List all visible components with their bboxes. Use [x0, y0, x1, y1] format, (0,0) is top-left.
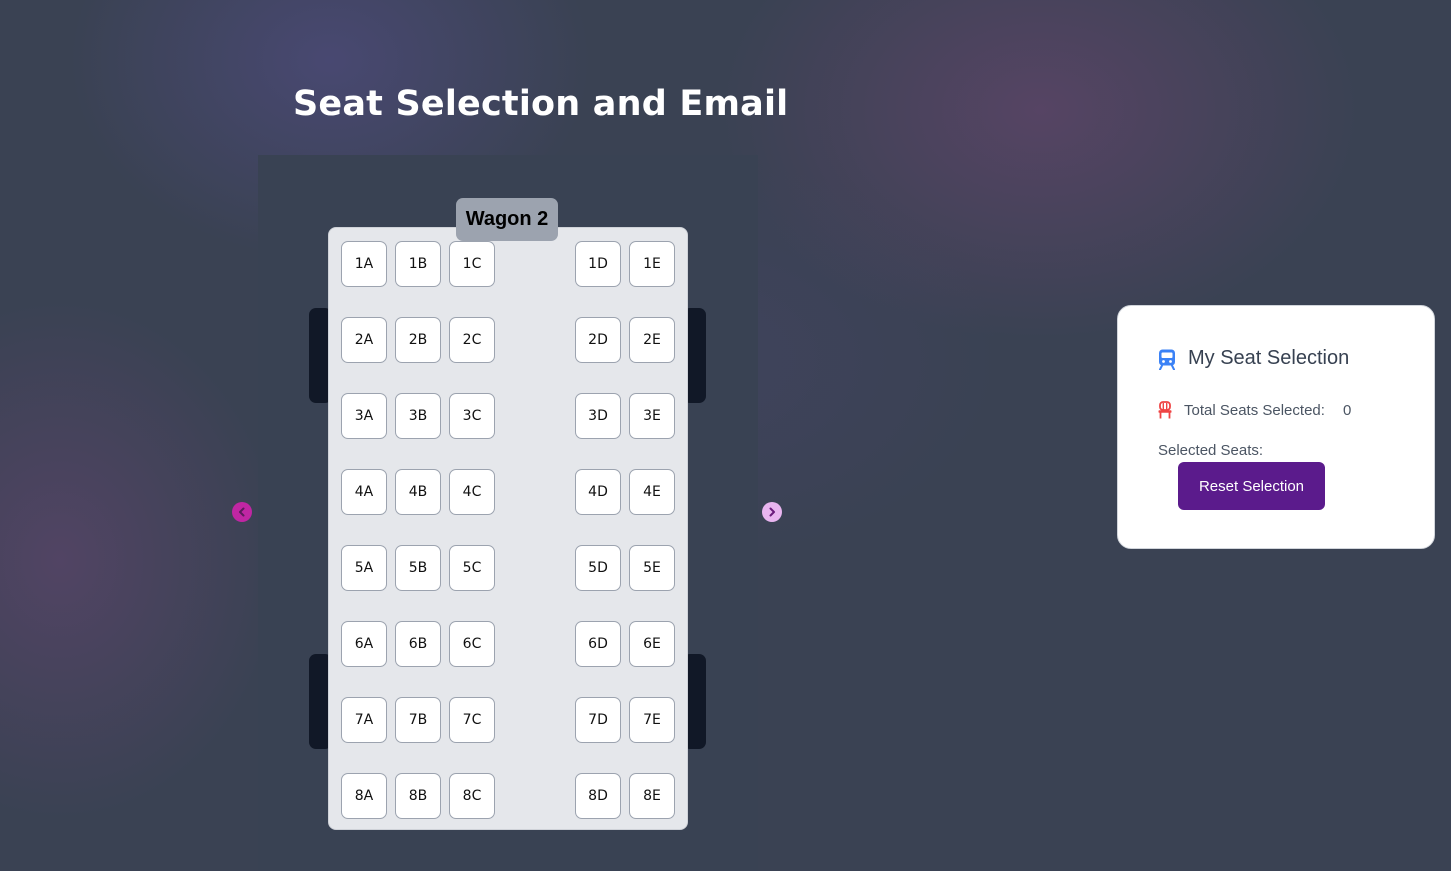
seat-3e[interactable]: 3E [629, 393, 675, 439]
seat-2d[interactable]: 2D [575, 317, 621, 363]
seat-4c[interactable]: 4C [449, 469, 495, 515]
seat-3a[interactable]: 3A [341, 393, 387, 439]
seat-8c[interactable]: 8C [449, 773, 495, 819]
selected-seats-label: Selected Seats: [1158, 442, 1264, 459]
seat-selection-panel: My Seat Selection Total Seats Selected: … [1117, 305, 1435, 549]
seat-7d[interactable]: 7D [575, 697, 621, 743]
seat-6e[interactable]: 6E [629, 621, 675, 667]
seat-5a[interactable]: 5A [341, 545, 387, 591]
seat-2a[interactable]: 2A [341, 317, 387, 363]
seat-6b[interactable]: 6B [395, 621, 441, 667]
total-seats-label: Total Seats Selected: [1184, 402, 1325, 419]
seat-4b[interactable]: 4B [395, 469, 441, 515]
seat-1e[interactable]: 1E [629, 241, 675, 287]
seat-8e[interactable]: 8E [629, 773, 675, 819]
seat-7a[interactable]: 7A [341, 697, 387, 743]
seat-3b[interactable]: 3B [395, 393, 441, 439]
seat-5d[interactable]: 5D [575, 545, 621, 591]
seat-7c[interactable]: 7C [449, 697, 495, 743]
seat-5e[interactable]: 5E [629, 545, 675, 591]
seat-icon [1158, 401, 1172, 419]
seat-7e[interactable]: 7E [629, 697, 675, 743]
seat-8d[interactable]: 8D [575, 773, 621, 819]
seat-6a[interactable]: 6A [341, 621, 387, 667]
seat-2b[interactable]: 2B [395, 317, 441, 363]
seat-4d[interactable]: 4D [575, 469, 621, 515]
seat-4e[interactable]: 4E [629, 469, 675, 515]
page-title: Seat Selection and Email [293, 84, 789, 124]
seat-2c[interactable]: 2C [449, 317, 495, 363]
seat-5b[interactable]: 5B [395, 545, 441, 591]
chevron-right-icon [769, 507, 775, 517]
seat-7b[interactable]: 7B [395, 697, 441, 743]
train-icon [1159, 349, 1175, 370]
panel-title: My Seat Selection [1188, 347, 1350, 369]
seat-2e[interactable]: 2E [629, 317, 675, 363]
seat-8a[interactable]: 8A [341, 773, 387, 819]
next-wagon-button[interactable] [762, 502, 782, 522]
seat-3d[interactable]: 3D [575, 393, 621, 439]
seat-5c[interactable]: 5C [449, 545, 495, 591]
prev-wagon-button[interactable] [232, 502, 252, 522]
seat-8b[interactable]: 8B [395, 773, 441, 819]
seat-1c[interactable]: 1C [449, 241, 495, 287]
seat-6d[interactable]: 6D [575, 621, 621, 667]
seat-1a[interactable]: 1A [341, 241, 387, 287]
seat-4a[interactable]: 4A [341, 469, 387, 515]
seat-1b[interactable]: 1B [395, 241, 441, 287]
reset-selection-button[interactable]: Reset Selection [1178, 462, 1325, 510]
seat-1d[interactable]: 1D [575, 241, 621, 287]
seat-6c[interactable]: 6C [449, 621, 495, 667]
chevron-left-icon [239, 507, 245, 517]
seat-3c[interactable]: 3C [449, 393, 495, 439]
total-seats-value: 0 [1343, 402, 1352, 419]
wagon-label: Wagon 2 [456, 198, 558, 241]
